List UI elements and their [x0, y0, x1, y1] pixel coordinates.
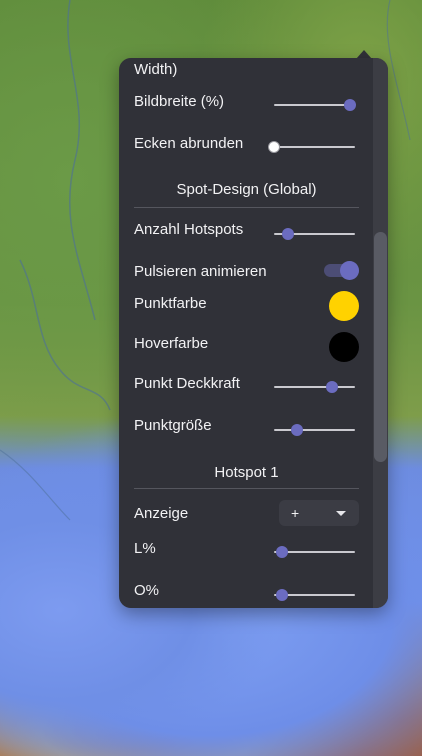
l-percent-label: L% — [134, 540, 156, 557]
punktfarbe-swatch[interactable] — [329, 291, 359, 321]
pulsieren-label: Pulsieren animieren — [134, 263, 267, 280]
punktgroesse-slider[interactable] — [274, 423, 355, 437]
anzeige-label: Anzeige — [134, 505, 189, 522]
spot-design-title: Spot-Design (Global) — [176, 181, 317, 198]
anzeige-select[interactable]: + — [279, 500, 359, 526]
slider-track — [274, 104, 355, 106]
slider-thumb[interactable] — [344, 99, 357, 111]
o-percent-slider[interactable] — [274, 588, 355, 602]
slider-thumb[interactable] — [281, 228, 294, 240]
slider-track — [274, 429, 355, 431]
slider-thumb[interactable] — [276, 546, 289, 558]
pulsieren-toggle[interactable] — [324, 261, 359, 280]
slider-track — [274, 146, 355, 148]
punktgroesse-label: Punktgröße — [134, 417, 212, 434]
ecken-slider[interactable] — [268, 140, 355, 154]
divider — [134, 488, 359, 489]
o-percent-label: O% — [134, 582, 160, 599]
slider-thumb[interactable] — [268, 141, 280, 153]
l-percent-slider[interactable] — [274, 545, 355, 559]
scrollbar-thumb[interactable] — [374, 232, 387, 462]
slider-track — [274, 386, 355, 388]
anzeige-value: + — [291, 505, 300, 521]
divider — [134, 207, 359, 208]
deckkraft-slider[interactable] — [274, 380, 355, 394]
hoverfarbe-swatch[interactable] — [329, 332, 359, 362]
width-label: Width) — [134, 61, 178, 78]
anzahl-hotspots-label: Anzahl Hotspots — [134, 221, 244, 238]
hoverfarbe-label: Hoverfarbe — [134, 335, 209, 352]
slider-thumb[interactable] — [276, 589, 289, 601]
anzahl-hotspots-slider[interactable] — [274, 227, 355, 241]
slider-thumb[interactable] — [326, 381, 339, 393]
bildbreite-slider[interactable] — [274, 98, 357, 112]
slider-thumb[interactable] — [290, 424, 303, 436]
toggle-knob[interactable] — [340, 261, 359, 280]
bildbreite-label: Bildbreite (%) — [134, 93, 225, 110]
deckkraft-label: Punkt Deckkraft — [134, 375, 240, 392]
hotspot-title: Hotspot 1 — [214, 464, 279, 481]
ecken-label: Ecken abrunden — [134, 135, 244, 152]
chevron-down-icon — [336, 511, 346, 516]
punktfarbe-label: Punktfarbe — [134, 295, 207, 312]
